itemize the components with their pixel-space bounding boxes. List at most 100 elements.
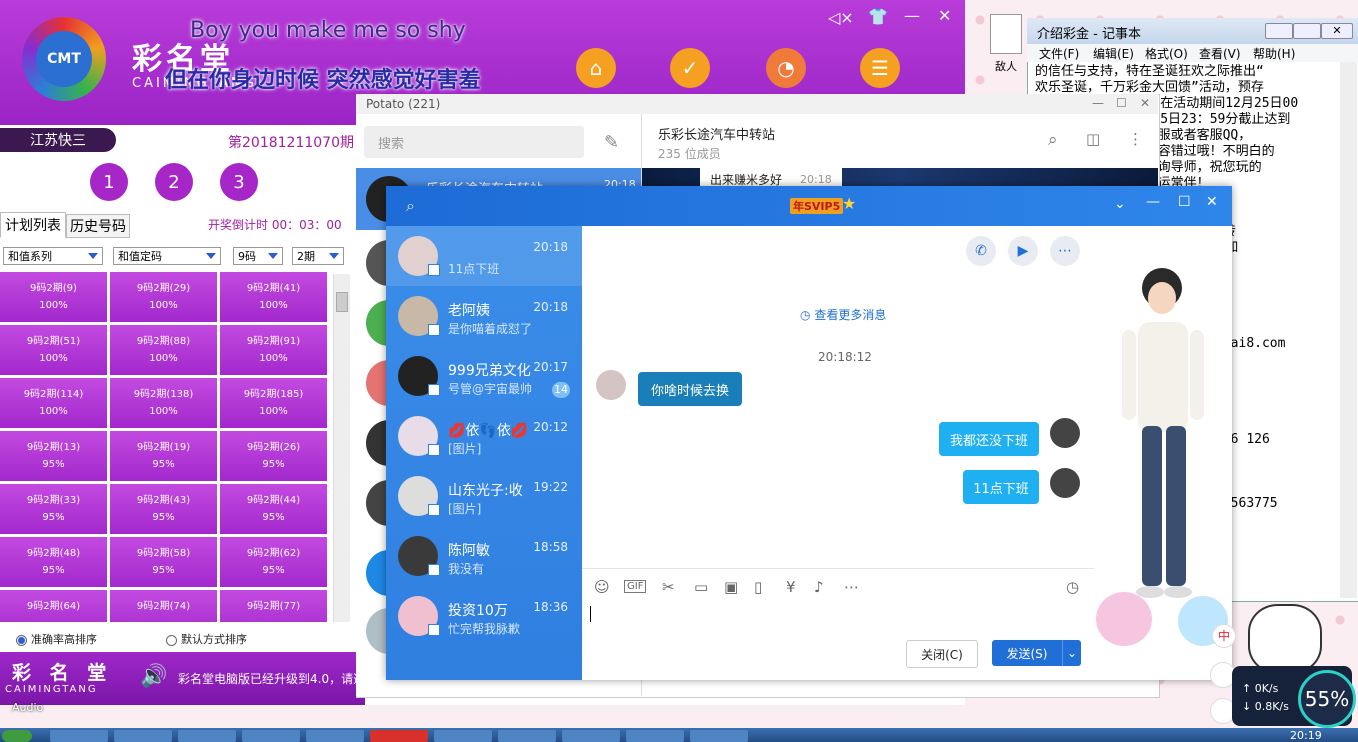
plan-cell[interactable]: 9码2期(43) 95% [110, 484, 217, 534]
video-icon[interactable]: ▶ [1008, 236, 1038, 266]
maximize-icon[interactable]: ☐ [1178, 194, 1191, 210]
code-dropdown[interactable]: 和值定码 [113, 247, 221, 265]
taskbar-app[interactable] [50, 730, 108, 742]
menu-format[interactable]: 格式(O) [1145, 45, 1188, 62]
chevron-down-icon[interactable]: ⌄ [1114, 196, 1126, 212]
plan-cell[interactable]: 9码2期(185) 100% [220, 378, 327, 428]
close-chat-button[interactable]: 关闭(C) [906, 640, 978, 668]
plan-cell[interactable]: 9码2期(41) 100% [220, 272, 327, 322]
contact-item[interactable]: 老阿姨 20:18 是你喵着成怼了 [386, 286, 582, 346]
minimize-icon[interactable]: — [1092, 96, 1104, 110]
taskbar-app[interactable] [434, 730, 492, 742]
contact-item[interactable]: 投资10万 18:36 忙完帮我脉歉 [386, 586, 582, 646]
plan-cell[interactable]: 9码2期(9) 100% [0, 272, 107, 322]
plan-cell[interactable]: 9码2期(58) 95% [110, 537, 217, 587]
chart-icon[interactable]: ◔ [766, 48, 806, 88]
taskbar-app[interactable] [498, 730, 556, 742]
sort-accuracy-radio[interactable]: 准确率高排序 [16, 631, 97, 647]
tab-history[interactable]: 历史号码 [66, 214, 130, 238]
plan-cell[interactable]: 9码2期(48) 95% [0, 537, 107, 587]
avatar[interactable] [1050, 418, 1080, 448]
phone-icon[interactable]: ✆ [966, 236, 996, 266]
count-dropdown[interactable]: 9码 [233, 247, 283, 265]
plan-cell[interactable]: 9码2期(13) 95% [0, 431, 107, 481]
minimize-icon[interactable]: — [904, 6, 920, 25]
basket-icon[interactable]: ☰ [860, 48, 900, 88]
message-input[interactable] [590, 606, 1086, 636]
history-clock-icon[interactable]: ◷ [1066, 578, 1079, 596]
plan-cell[interactable]: 9码2期(114) 100% [0, 378, 107, 428]
speaker-icon[interactable]: 🔊 [140, 664, 167, 689]
clipboard-icon[interactable]: ✓ [670, 48, 710, 88]
sidebar-toggle-icon[interactable]: ◫ [1086, 130, 1100, 148]
plan-scrollbar[interactable] [333, 274, 350, 622]
potato-search-input[interactable]: 搜索 [364, 126, 584, 158]
taskbar-app[interactable] [178, 730, 236, 742]
close-button[interactable]: ✕ [1321, 23, 1353, 39]
avatar[interactable] [596, 370, 626, 400]
plan-cell[interactable]: 9码2期(74) [110, 590, 217, 622]
taskbar-app[interactable] [370, 730, 428, 742]
close-icon[interactable]: ✕ [938, 6, 951, 25]
plan-cell[interactable]: 9码2期(62) 95% [220, 537, 327, 587]
more-messages-link[interactable]: ◷ 查看更多消息 [800, 306, 886, 323]
send-button[interactable]: 发送(S) [992, 640, 1062, 666]
minimize-button[interactable] [1265, 23, 1293, 39]
contact-item[interactable]: 999兄弟文化 20:17 号管@宇宙最帅 14 [386, 346, 582, 406]
system-clock[interactable]: 20:19 [1290, 729, 1322, 742]
emoji-icon[interactable]: ☺ [594, 578, 610, 596]
taskbar-app[interactable] [690, 730, 748, 742]
plan-cell[interactable]: 9码2期(26) 95% [220, 431, 327, 481]
menu-file[interactable]: 文件(F) [1039, 45, 1079, 62]
contact-item[interactable]: 山东光子:收 19:22 [图片] [386, 466, 582, 526]
close-icon[interactable]: ✕ [1140, 96, 1150, 110]
red-packet-icon[interactable]: ¥ [786, 578, 796, 596]
lottery-name[interactable]: 江苏快三 [0, 128, 116, 152]
plan-cell[interactable]: 9码2期(64) [0, 590, 107, 622]
taskbar-app[interactable] [306, 730, 364, 742]
music-icon[interactable]: ♪ [814, 578, 824, 596]
folder-icon[interactable]: ▭ [694, 578, 708, 596]
menu-help[interactable]: 帮助(H) [1253, 45, 1295, 62]
scissors-icon[interactable]: ✂ [662, 578, 675, 596]
plan-cell[interactable]: 9码2期(88) 100% [110, 325, 217, 375]
start-button[interactable] [2, 730, 32, 742]
sort-default-radio[interactable]: 默认方式排序 [166, 631, 247, 647]
search-icon[interactable]: ⌕ [1048, 130, 1058, 150]
contact-item[interactable]: 20:18 11点下班 [386, 226, 582, 286]
search-icon[interactable]: ⌕ [406, 196, 415, 216]
home-icon[interactable]: ⌂ [576, 48, 616, 88]
plan-cell[interactable]: 9码2期(77) [220, 590, 327, 622]
taskbar-app[interactable] [242, 730, 300, 742]
plan-cell[interactable]: 9码2期(138) 100% [110, 378, 217, 428]
minimize-icon[interactable]: — [1146, 194, 1160, 210]
series-dropdown[interactable]: 和值系列 [3, 247, 103, 265]
plan-cell[interactable]: 9码2期(19) 95% [110, 431, 217, 481]
more-vertical-icon[interactable]: ⋮ [1128, 130, 1143, 148]
image-icon[interactable]: ▣ [724, 578, 738, 596]
more-icon[interactable]: ⋯ [844, 578, 859, 596]
taskbar-app[interactable] [562, 730, 620, 742]
tab-plan-list[interactable]: 计划列表 [0, 212, 66, 238]
desktop-file-icon[interactable]: 敌人 [988, 10, 1024, 80]
notepad-scrollbar[interactable] [1340, 62, 1357, 598]
menu-view[interactable]: 查看(V) [1199, 45, 1241, 62]
shake-icon[interactable]: ▯ [754, 578, 762, 596]
gif-icon[interactable]: GIF [624, 580, 647, 593]
contact-item[interactable]: 💋依👣依💋 20:12 [图片] [386, 406, 582, 466]
contact-item[interactable]: 陈阿敏 18:58 我没有 [386, 526, 582, 586]
taskbar-app[interactable] [114, 730, 172, 742]
period-dropdown[interactable]: 2期 [292, 247, 344, 265]
more-icon[interactable]: ⋯ [1050, 236, 1080, 266]
ime-indicator[interactable]: 中 [1212, 624, 1236, 648]
plan-cell[interactable]: 9码2期(91) 100% [220, 325, 327, 375]
plan-cell[interactable]: 9码2期(29) 100% [110, 272, 217, 322]
send-options-chevron-icon[interactable]: ⌄ [1062, 640, 1081, 666]
plan-cell[interactable]: 9码2期(33) 95% [0, 484, 107, 534]
plan-cell[interactable]: 9码2期(44) 95% [220, 484, 327, 534]
mute-icon[interactable]: ◁× [828, 8, 854, 27]
close-icon[interactable]: ✕ [1206, 194, 1218, 210]
maximize-icon[interactable]: ☐ [1116, 96, 1127, 110]
taskbar-app[interactable] [626, 730, 684, 742]
skin-icon[interactable]: 👕 [868, 7, 888, 26]
